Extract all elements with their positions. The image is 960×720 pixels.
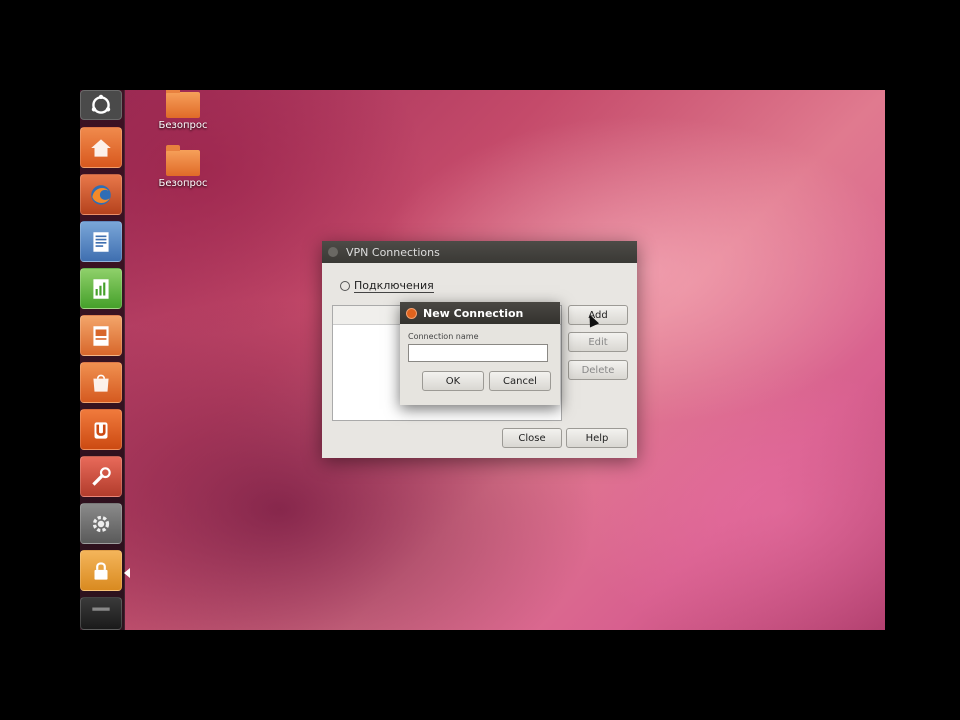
launcher-libreoffice-writer[interactable]: [80, 221, 122, 262]
new-connection-dialog: New Connection Connection name OK Cancel: [400, 302, 560, 405]
workspace-icon: [92, 607, 110, 611]
new-connection-title: New Connection: [423, 306, 524, 320]
tab-connections-label: Подключения: [354, 279, 434, 293]
firefox-icon: [91, 184, 111, 205]
writer-icon: [93, 231, 109, 252]
connection-name-label: Connection name: [408, 332, 479, 341]
launcher-libreoffice-impress[interactable]: [80, 315, 122, 356]
launcher-system-settings[interactable]: [80, 503, 122, 544]
home-folder-icon: [91, 138, 111, 157]
edit-button[interactable]: Edit: [568, 332, 628, 352]
launcher-vpn-connections[interactable]: [80, 550, 122, 591]
launcher-ubuntu-one[interactable]: [80, 409, 122, 450]
desktop-folder-2[interactable]: Безопрос: [148, 145, 218, 189]
launcher-software-center[interactable]: [80, 362, 122, 403]
desktop-folder-label: Безопрос: [158, 120, 208, 131]
launcher-tweak-tool[interactable]: [80, 456, 122, 497]
vpn-icon: [340, 281, 350, 291]
close-button[interactable]: Close: [502, 428, 562, 448]
ubuntu-logo-icon: [91, 94, 111, 114]
impress-icon: [93, 325, 109, 346]
delete-button[interactable]: Delete: [568, 360, 628, 380]
vpn-window-title: VPN Connections: [346, 245, 440, 259]
desktop: Безопрос Безопрос VPN Connections Подклю…: [80, 90, 885, 630]
folder-icon: [166, 145, 200, 176]
desktop-folder-label: Безопрос: [158, 178, 208, 189]
tools-icon: [92, 466, 111, 486]
vpn-window-titlebar[interactable]: VPN Connections: [322, 241, 637, 263]
new-connection-titlebar[interactable]: New Connection: [400, 302, 560, 324]
launcher-firefox[interactable]: [80, 174, 122, 215]
launcher-home-folder[interactable]: [80, 127, 122, 168]
folder-icon: [166, 90, 200, 118]
dash-button[interactable]: [80, 90, 122, 120]
launcher-workspaces[interactable]: [80, 597, 122, 630]
calc-icon: [93, 278, 109, 299]
launcher: [80, 90, 130, 630]
gear-icon: [92, 515, 110, 532]
close-window-button[interactable]: [328, 247, 338, 257]
dialog-icon: [406, 307, 417, 319]
ubuntu-one-icon: [94, 421, 108, 439]
tab-connections[interactable]: Подключения: [340, 279, 434, 293]
help-button[interactable]: Help: [566, 428, 628, 448]
desktop-folder-1[interactable]: Безопрос: [148, 90, 218, 131]
ok-button[interactable]: OK: [422, 371, 484, 391]
lock-icon: [94, 561, 108, 580]
cancel-button[interactable]: Cancel: [489, 371, 551, 391]
connection-name-input[interactable]: [408, 344, 548, 362]
launcher-libreoffice-calc[interactable]: [80, 268, 122, 309]
active-indicator: [124, 568, 130, 578]
software-center-icon: [93, 374, 109, 392]
